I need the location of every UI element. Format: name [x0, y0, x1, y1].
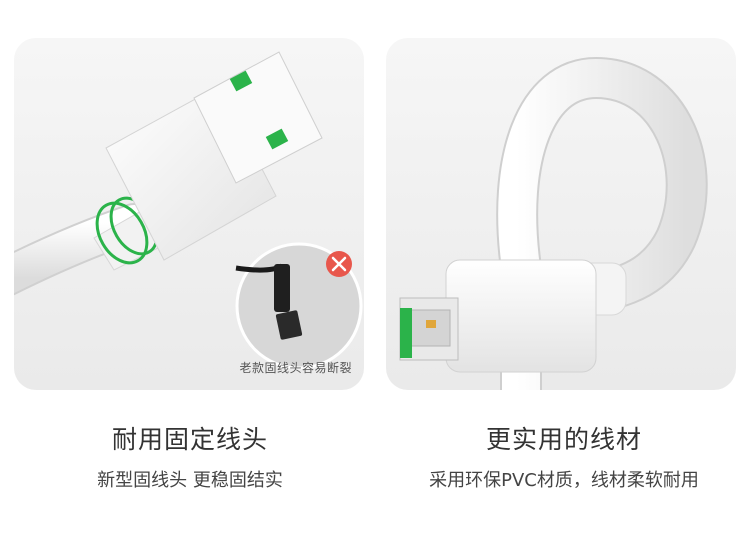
feature-title-left: 耐用固定线头 [111, 425, 268, 454]
feature-subtitle-right: 采用环保PVC材质，线材柔软耐用 [429, 470, 699, 491]
usb-a-connector-illustration [14, 51, 363, 370]
product-image-micro-usb [386, 38, 736, 390]
product-image-usb-a: 老款固线头容易断裂 [14, 38, 364, 390]
micro-usb-cable-illustration [399, 56, 708, 390]
feature-title-right: 更实用的线材 [485, 425, 642, 454]
inset-caption: 老款固线头容易断裂 [239, 361, 352, 375]
feature-subtitle-left: 新型固线头 更稳固结实 [97, 470, 283, 491]
